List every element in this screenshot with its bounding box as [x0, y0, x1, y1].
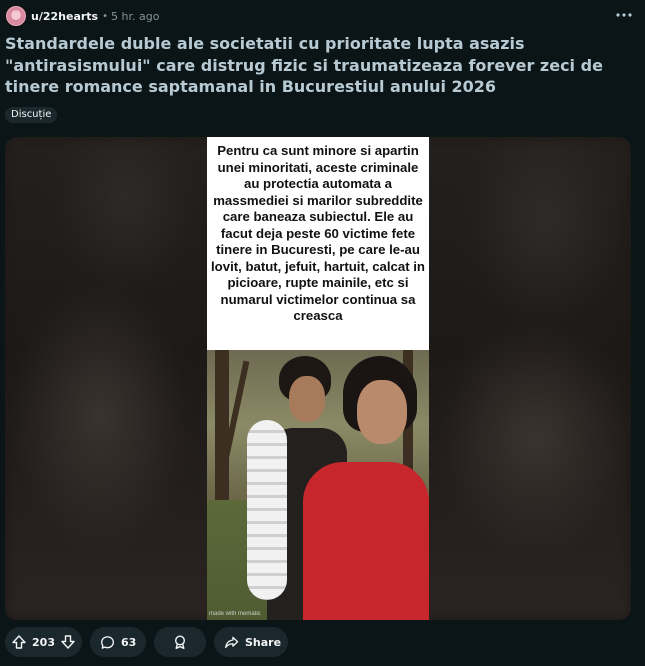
person-right-red-shirt — [303, 462, 429, 620]
white-puffer-jacket — [247, 420, 287, 600]
vote-count: 203 — [32, 635, 55, 649]
meme-image[interactable]: Pentru ca sunt minore si apartin unei mi… — [207, 137, 429, 620]
meta-separator: • — [102, 10, 109, 22]
award-button[interactable] — [154, 627, 206, 657]
comments-button[interactable]: 63 — [90, 627, 146, 657]
upvote-arrow-icon[interactable] — [11, 634, 27, 650]
post-title[interactable]: Standardele duble ale societatii cu prio… — [5, 33, 635, 98]
meme-caption: Pentru ca sunt minore si apartin unei mi… — [211, 143, 425, 323]
avatar-icon[interactable] — [6, 6, 26, 26]
meme-watermark: made with mematic — [209, 611, 261, 617]
post-actions: 203 63 Share — [5, 626, 635, 658]
person-left-face — [289, 376, 325, 422]
post-media[interactable]: Pentru ca sunt minore si apartin unei mi… — [5, 137, 631, 620]
more-horizontal-icon[interactable] — [615, 6, 633, 24]
downvote-arrow-icon[interactable] — [60, 634, 76, 650]
person-right-face — [357, 380, 407, 444]
share-label: Share — [245, 635, 282, 649]
vote-control: 203 — [5, 627, 82, 657]
share-arrow-icon — [224, 635, 239, 650]
post-timestamp: 5 hr. ago — [111, 9, 160, 23]
post-username[interactable]: u/22hearts — [31, 10, 98, 23]
share-button[interactable]: Share — [214, 627, 288, 657]
award-icon — [172, 634, 188, 650]
comment-bubble-icon — [100, 635, 115, 650]
post-header: u/22hearts • 5 hr. ago — [6, 4, 639, 28]
post-flair[interactable]: Discuție — [5, 107, 58, 123]
comment-count: 63 — [121, 635, 137, 649]
meme-photo: made with mematic — [207, 350, 429, 620]
